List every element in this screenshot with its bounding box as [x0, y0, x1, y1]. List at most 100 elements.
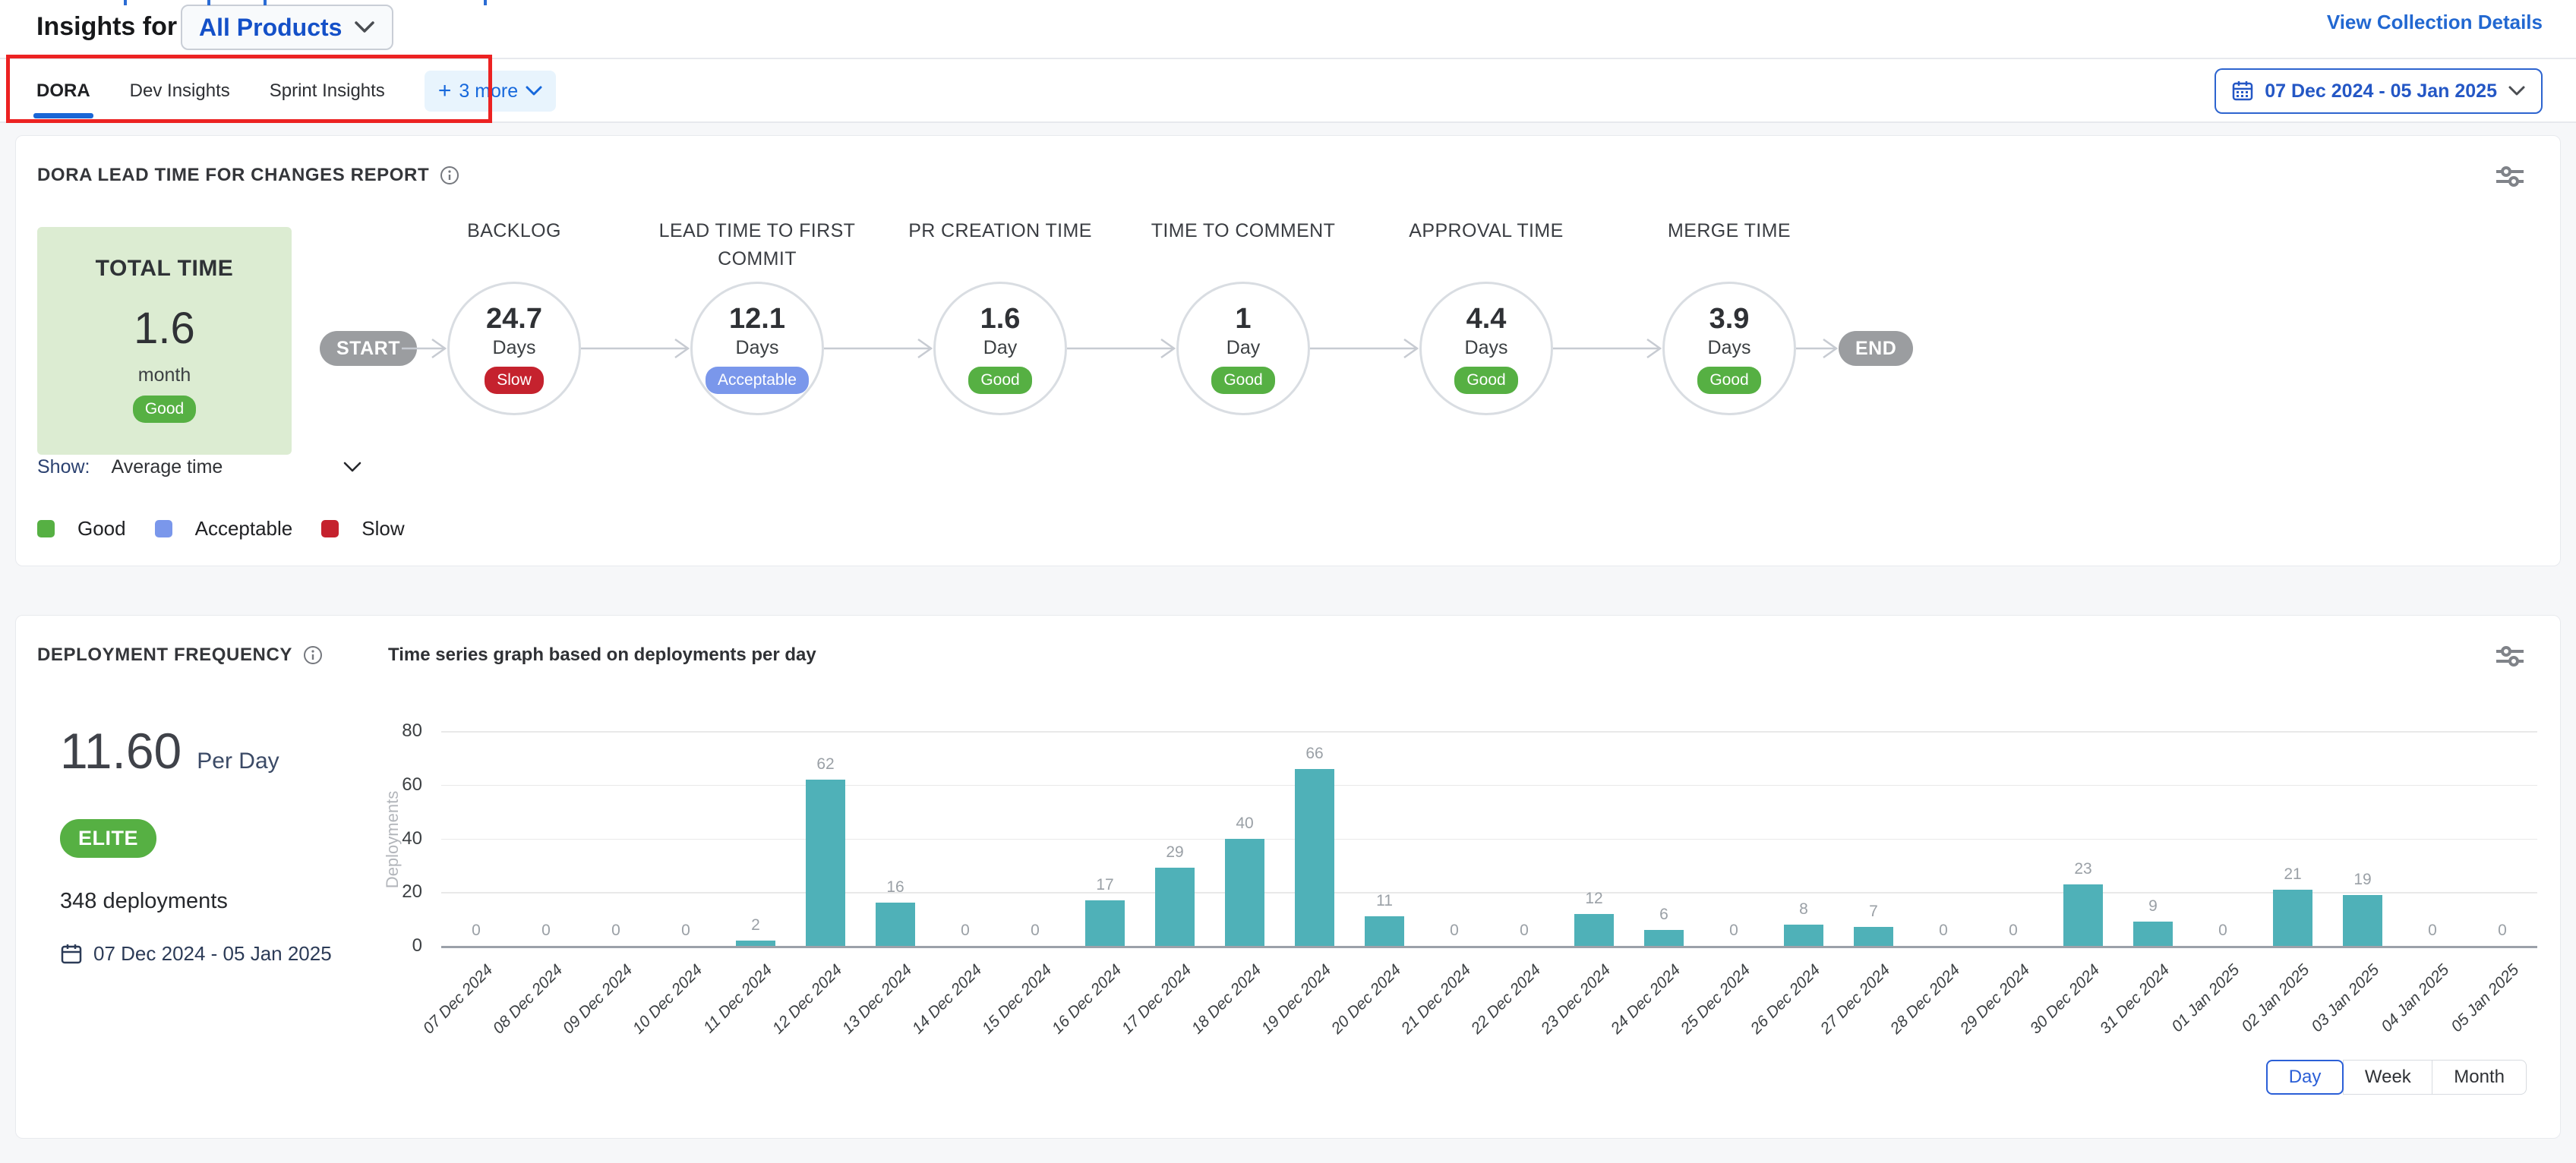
bar-value-label: 0: [1913, 922, 1974, 940]
lead-time-card-title: DORA LEAD TIME FOR CHANGES REPORT: [37, 165, 459, 186]
bar-13-dec-2024[interactable]: [876, 903, 915, 946]
bar-24-dec-2024[interactable]: [1644, 930, 1684, 946]
flow-arrow-icon: [402, 337, 447, 364]
bar-value-label: 16: [865, 878, 926, 897]
bar-02-jan-2025[interactable]: [2273, 890, 2312, 946]
view-collection-details-link[interactable]: View Collection Details: [2327, 11, 2543, 34]
bar-value-label: 0: [516, 922, 576, 940]
calendar-icon: [2231, 80, 2254, 102]
bar-23-dec-2024[interactable]: [1574, 914, 1614, 946]
stage-unit: Day: [983, 337, 1017, 359]
bar-16-dec-2024[interactable]: [1085, 900, 1125, 946]
page-title: Insights for: [36, 12, 177, 42]
bar-11-dec-2024[interactable]: [736, 941, 775, 946]
bar-value-label: 0: [1703, 922, 1764, 940]
bar-value-label: 11: [1354, 892, 1415, 910]
stage-circle-lead-time-to-first-commit: 12.1DaysAcceptable: [690, 282, 824, 415]
product-selector-label: All Products: [199, 14, 342, 42]
deployment-frequency-card: DEPLOYMENT FREQUENCY Time series graph b…: [15, 615, 2561, 1139]
bar-27-dec-2024[interactable]: [1854, 927, 1893, 946]
gridline: [441, 839, 2537, 840]
flow-arrow-icon: [824, 337, 933, 364]
bar-value-label: 0: [1983, 922, 2044, 940]
stage-label: BACKLOG: [412, 217, 617, 245]
bar-18-dec-2024[interactable]: [1225, 839, 1264, 947]
bar-value-label: 9: [2123, 897, 2183, 916]
stage-value: 1: [1235, 303, 1251, 336]
date-range-label: 07 Dec 2024 - 05 Jan 2025: [2265, 80, 2497, 102]
stage-circle-backlog: 24.7DaysSlow: [447, 282, 581, 415]
show-selected-value: Average time: [111, 456, 223, 478]
plus-icon: +: [438, 78, 452, 104]
stage-value: 1.6: [980, 303, 1021, 336]
bar-value-label: 19: [2332, 871, 2393, 889]
granularity-toggle: DayWeekMonth: [2266, 1060, 2527, 1095]
bar-value-label: 29: [1144, 843, 1205, 862]
granularity-month-button[interactable]: Month: [2432, 1060, 2527, 1095]
total-time-label: TOTAL TIME: [96, 256, 234, 282]
stage-circle-approval-time: 4.4DaysGood: [1419, 282, 1553, 415]
bar-17-dec-2024[interactable]: [1155, 868, 1195, 946]
status-legend: GoodAcceptableSlow: [37, 517, 411, 541]
flow-arrow-icon: [1553, 337, 1662, 364]
date-range-picker[interactable]: 07 Dec 2024 - 05 Jan 2025: [2215, 68, 2543, 114]
total-time-value: 1.6: [134, 303, 195, 354]
bar-31-dec-2024[interactable]: [2133, 922, 2173, 946]
stage-value: 3.9: [1709, 303, 1750, 336]
bar-value-label: 0: [1424, 922, 1485, 940]
chevron-down-icon: [354, 20, 375, 34]
chevron-down-icon: [343, 461, 362, 474]
report-tabs: DORA Dev Insights Sprint Insights +3 more: [36, 59, 556, 123]
bar-03-jan-2025[interactable]: [2343, 895, 2382, 946]
tab-sprint-insights[interactable]: Sprint Insights: [270, 59, 385, 123]
bar-value-label: 0: [586, 922, 646, 940]
gridline: [441, 731, 2537, 733]
flow-end-pill: END: [1839, 331, 1913, 366]
stage-unit: Day: [1226, 337, 1260, 359]
total-time-unit: month: [138, 364, 191, 386]
y-axis-tick-label: 40: [369, 828, 422, 849]
bar-20-dec-2024[interactable]: [1365, 916, 1404, 946]
bar-26-dec-2024[interactable]: [1784, 925, 1823, 946]
legend-label: Acceptable: [195, 517, 293, 541]
lead-time-card-title-text: DORA LEAD TIME FOR CHANGES REPORT: [37, 165, 429, 186]
bar-value-label: 66: [1284, 745, 1345, 763]
bar-value-label: 0: [2192, 922, 2253, 940]
page-header: Insights for All Products View Collectio…: [0, 0, 2576, 59]
legend-label: Good: [77, 517, 126, 541]
stage-label: TIME TO COMMENT: [1141, 217, 1346, 245]
bar-value-label: 0: [446, 922, 507, 940]
y-axis-tick-label: 60: [369, 774, 422, 796]
product-selector-dropdown[interactable]: All Products: [181, 5, 393, 50]
chart-settings-icon[interactable]: [2493, 163, 2527, 189]
stage-label: MERGE TIME: [1627, 217, 1832, 245]
chevron-down-icon: [2508, 85, 2526, 97]
flow-arrow-icon: [1310, 337, 1419, 364]
bar-value-label: 23: [2053, 860, 2114, 878]
total-time-card: TOTAL TIME 1.6 month Good: [37, 227, 292, 455]
stage-circle-time-to-comment: 1DayGood: [1176, 282, 1310, 415]
bar-19-dec-2024[interactable]: [1295, 769, 1334, 946]
granularity-day-button[interactable]: Day: [2266, 1060, 2344, 1095]
stage-label: APPROVAL TIME: [1384, 217, 1589, 245]
legend-swatch-good: [37, 520, 55, 537]
stage-status-badge: Good: [1697, 367, 1760, 394]
info-icon[interactable]: [440, 165, 459, 185]
bar-30-dec-2024[interactable]: [2063, 884, 2103, 946]
show-metric-dropdown[interactable]: Show: Average time: [37, 456, 362, 478]
tabs-more-dropdown[interactable]: +3 more: [425, 71, 556, 112]
bar-12-dec-2024[interactable]: [806, 780, 845, 946]
chevron-down-icon: [526, 86, 542, 97]
stage-unit: Days: [1708, 337, 1751, 359]
tab-dora[interactable]: DORA: [36, 59, 90, 123]
bar-value-label: 0: [935, 922, 996, 940]
bar-value-label: 0: [655, 922, 716, 940]
clipped-content-artifact: [124, 0, 127, 5]
tab-dev-insights[interactable]: Dev Insights: [130, 59, 230, 123]
y-axis-tick-label: 20: [369, 881, 422, 903]
stage-value: 12.1: [729, 303, 785, 336]
stage-status-badge: Good: [968, 367, 1031, 394]
stage-circle-pr-creation-time: 1.6Day Good: [933, 282, 1067, 415]
granularity-week-button[interactable]: Week: [2343, 1060, 2433, 1095]
bar-value-label: 6: [1634, 906, 1694, 924]
